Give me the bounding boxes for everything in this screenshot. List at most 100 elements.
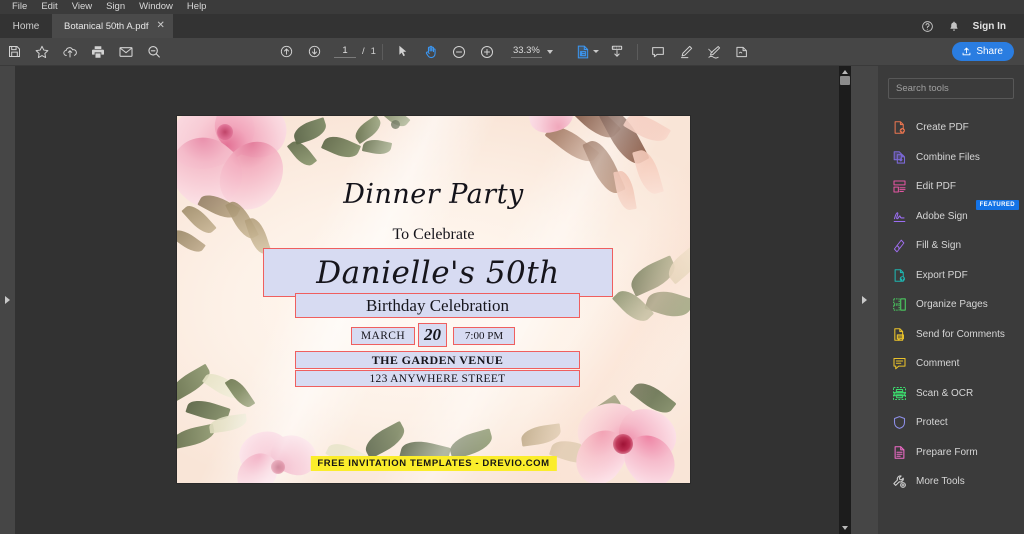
zoom-out-icon[interactable]: [445, 38, 473, 66]
add-stamp-icon[interactable]: [728, 38, 756, 66]
main-toolbar: 1 / 1 33.3% Share: [0, 38, 1024, 66]
acrobat-window: File Edit View Sign Window Help Home Too…: [0, 0, 1024, 534]
tool-label: Combine Files: [916, 151, 980, 163]
tool-comment[interactable]: Comment: [878, 349, 1024, 379]
fill-and-sign-icon: [891, 238, 907, 254]
tab-document[interactable]: Botanical 50th A.pdf ✕: [52, 14, 173, 38]
adobe-sign-icon: [891, 208, 907, 224]
tool-export-pdf[interactable]: Export PDF: [878, 261, 1024, 291]
print-icon[interactable]: [84, 38, 112, 66]
export-pdf-icon: [891, 267, 907, 283]
sign-in-button[interactable]: Sign In: [967, 21, 1014, 32]
menu-help[interactable]: Help: [180, 0, 214, 14]
tool-label: Prepare Form: [916, 446, 978, 458]
invitation-content: Dinner Party To Celebrate Danielle's 50t…: [177, 116, 690, 483]
form-field-time[interactable]: 7:00 PM: [453, 327, 515, 345]
scroll-down-arrow-icon[interactable]: [839, 522, 851, 534]
tool-fill-and-sign[interactable]: Fill & Sign: [878, 231, 1024, 261]
tab-document-label: Botanical 50th A.pdf: [64, 20, 149, 32]
tool-create-pdf[interactable]: Create PDF: [878, 113, 1024, 143]
invitation-heading: Dinner Party: [343, 179, 524, 210]
tool-prepare-form[interactable]: Prepare Form: [878, 438, 1024, 468]
menu-file[interactable]: File: [5, 0, 34, 14]
expand-panel-arrow-icon[interactable]: [862, 296, 867, 304]
tool-combine-files[interactable]: Combine Files: [878, 143, 1024, 173]
share-upload-icon: [962, 47, 971, 56]
menu-sign[interactable]: Sign: [99, 0, 132, 14]
search-input[interactable]: [896, 83, 1006, 94]
hand-pan-tool-icon[interactable]: [417, 38, 445, 66]
form-field-day[interactable]: 20: [418, 323, 447, 347]
previous-page-arrow-icon[interactable]: [272, 38, 300, 66]
close-icon[interactable]: ✕: [157, 21, 165, 31]
highlight-text-icon[interactable]: [672, 38, 700, 66]
search-tools-box[interactable]: [888, 78, 1014, 99]
save-disk-icon[interactable]: [0, 38, 28, 66]
form-field-month-value: MARCH: [360, 330, 406, 342]
share-button[interactable]: Share: [952, 42, 1014, 61]
scroll-mode-icon[interactable]: [603, 38, 631, 66]
tool-label: Send for Comments: [916, 328, 1005, 340]
vertical-scrollbar[interactable]: [839, 66, 851, 534]
page-separator: /: [362, 46, 365, 57]
tool-label: Adobe Sign: [916, 210, 968, 222]
help-circle-icon[interactable]: [915, 14, 941, 38]
form-field-name[interactable]: Danielle's 50th: [263, 248, 613, 297]
form-field-month[interactable]: MARCH: [351, 327, 415, 345]
form-field-day-value: 20: [424, 325, 441, 344]
upload-cloud-icon[interactable]: [56, 38, 84, 66]
tool-label: Create PDF: [916, 122, 969, 134]
tab-home[interactable]: Home: [0, 14, 52, 38]
tool-label: Edit PDF: [916, 181, 957, 193]
search-magnifier-icon[interactable]: [140, 38, 168, 66]
share-button-label: Share: [976, 46, 1003, 57]
tool-edit-pdf[interactable]: Edit PDF: [878, 172, 1024, 202]
chevron-down-icon[interactable]: [546, 49, 553, 54]
form-field-venue[interactable]: THE GARDEN VENUE: [295, 351, 580, 369]
navigation-pane-toggle[interactable]: [0, 66, 15, 534]
scrollbar-thumb[interactable]: [840, 76, 850, 85]
select-cursor-icon[interactable]: [389, 38, 417, 66]
page-total: 1: [370, 46, 376, 57]
form-field-address[interactable]: 123 ANYWHERE STREET: [295, 370, 580, 387]
pdf-page[interactable]: Dinner Party To Celebrate Danielle's 50t…: [177, 116, 690, 483]
next-page-arrow-icon[interactable]: [300, 38, 328, 66]
prepare-form-icon: [891, 444, 907, 460]
tool-organize-pages[interactable]: Organize Pages: [878, 290, 1024, 320]
tool-more-tools[interactable]: More Tools: [878, 467, 1024, 497]
menu-edit[interactable]: Edit: [34, 0, 64, 14]
draw-freehand-icon[interactable]: [700, 38, 728, 66]
document-viewer[interactable]: Dinner Party To Celebrate Danielle's 50t…: [15, 66, 851, 534]
page-current-input[interactable]: 1: [334, 45, 356, 58]
menu-window[interactable]: Window: [132, 0, 180, 14]
notification-bell-icon[interactable]: [941, 14, 967, 38]
menu-view[interactable]: View: [65, 0, 99, 14]
zoom-level-dropdown[interactable]: 33.3%: [510, 45, 553, 58]
form-field-address-value: 123 ANYWHERE STREET: [369, 372, 506, 385]
tool-protect[interactable]: Protect: [878, 408, 1024, 438]
form-field-name-value: Danielle's 50th: [316, 254, 560, 291]
zoom-in-icon[interactable]: [473, 38, 501, 66]
tool-scan-ocr[interactable]: Scan & OCR: [878, 379, 1024, 409]
form-field-occasion[interactable]: Birthday Celebration: [295, 293, 580, 318]
fit-page-chevron-down-icon[interactable]: [592, 50, 599, 53]
form-field-time-value: 7:00 PM: [464, 330, 504, 342]
tool-label: Export PDF: [916, 269, 968, 281]
email-envelope-icon[interactable]: [112, 38, 140, 66]
right-panel-toggle[interactable]: [851, 66, 878, 534]
featured-badge: FEATURED: [975, 199, 1019, 210]
add-to-favorites-star-icon[interactable]: [28, 38, 56, 66]
add-comment-icon[interactable]: [644, 38, 672, 66]
tab-bar-right-group: Sign In: [915, 14, 1024, 38]
page-number-field[interactable]: 1 / 1: [334, 45, 376, 58]
tool-label: More Tools: [916, 476, 965, 488]
expand-navigation-pane-arrow-icon[interactable]: [5, 296, 10, 304]
tool-send-for-comments[interactable]: Send for Comments: [878, 320, 1024, 350]
zoom-level-value[interactable]: 33.3%: [510, 45, 542, 58]
tool-adobe-sign[interactable]: Adobe Sign FEATURED: [878, 199, 1024, 232]
create-pdf-icon: [891, 120, 907, 136]
edit-pdf-icon: [891, 179, 907, 195]
invitation-subheading: To Celebrate: [392, 226, 475, 243]
main-area: Dinner Party To Celebrate Danielle's 50t…: [0, 66, 1024, 534]
tools-sidebar: Create PDF Combine Files: [878, 66, 1024, 534]
